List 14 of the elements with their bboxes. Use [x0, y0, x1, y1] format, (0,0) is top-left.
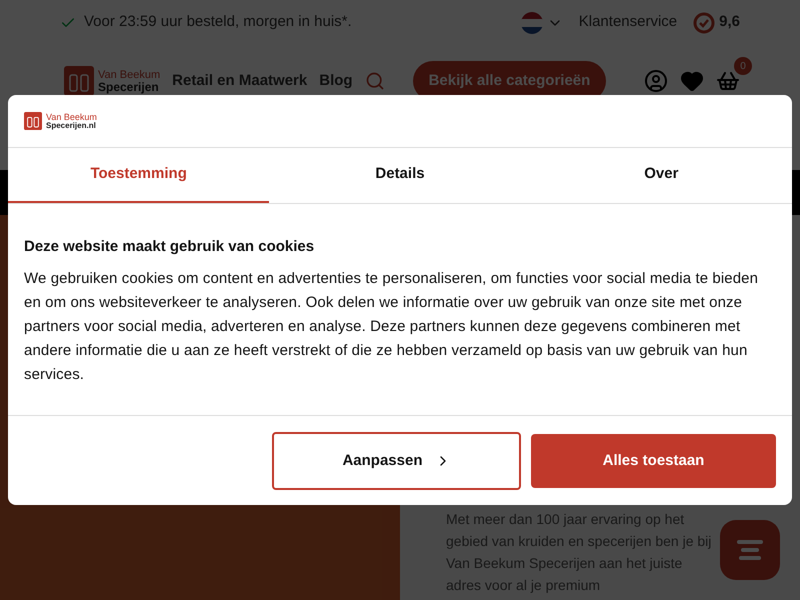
dialog-tab[interactable]: Details: [269, 148, 531, 203]
logo-text: Specerijen: [98, 80, 160, 92]
logo-text: Van Beekum: [46, 112, 97, 122]
dialog-tab[interactable]: Over: [530, 148, 792, 203]
allow-all-button[interactable]: Alles toestaan: [531, 434, 776, 488]
rating-score: 9,6: [719, 12, 740, 32]
customize-button[interactable]: Aanpassen: [272, 432, 521, 490]
spice-jars-icon: [24, 112, 42, 130]
logo-text: Van Beekum: [98, 70, 160, 80]
promo-text: Voor 23:59 uur besteld, morgen in huis*.: [84, 12, 352, 32]
dialog-body: We gebruiken cookies om content en advertenties te personaliseren, om functies voor social media te bieden en om ons websiteverkeer te analyseren. Ook delen we informatie over uw gebruik van onze site met onze partners voor social media, adverteren en analyse. Deze partners kunnen deze gegevens combineren met andere informatie die u aan ze heeft verstrekt of die ze hebben verzameld op basis van uw gebruik van hun services.: [24, 268, 760, 384]
dialog-tab[interactable]: Toestemming: [8, 148, 270, 203]
dialog-title: Deze website maakt gebruik van cookies: [24, 237, 316, 257]
logo-text: Specerijen.nl: [46, 122, 97, 130]
